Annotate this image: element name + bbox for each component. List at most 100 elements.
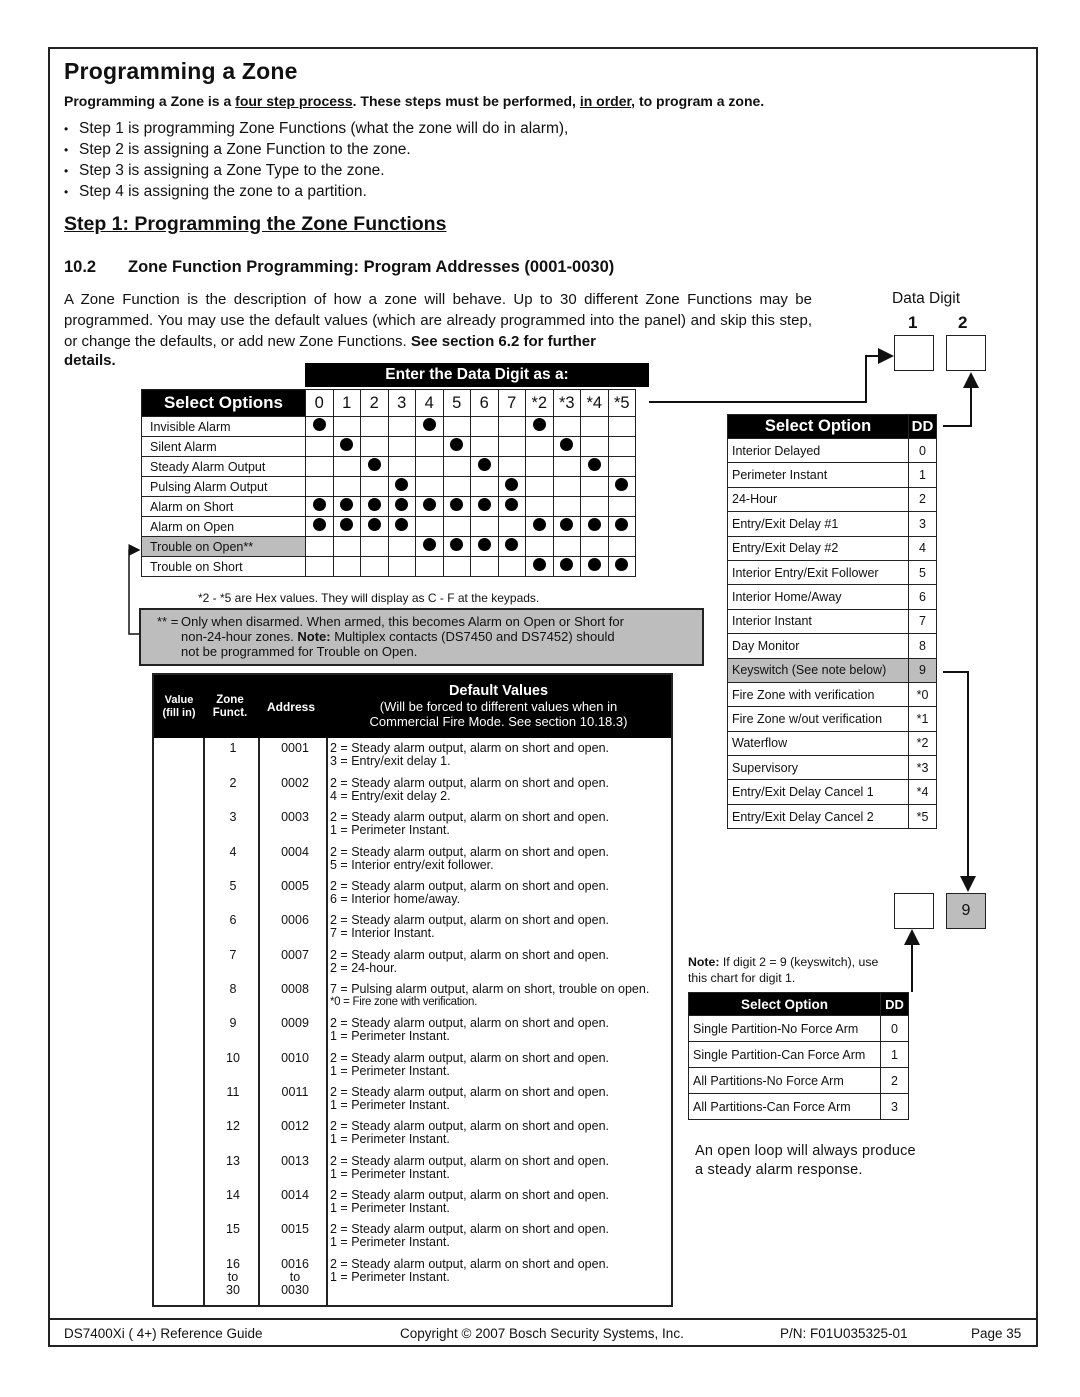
option-label: All Partitions-No Force Arm: [688, 1067, 881, 1094]
option-cell: [332, 536, 361, 557]
note-label: Note:: [688, 955, 720, 969]
step-item: Step 1 is programming Zone Functions (wh…: [64, 118, 568, 139]
selected-dot-icon: [505, 477, 519, 491]
program-address: 0016 to 0030: [281, 1257, 309, 1297]
option-label: Entry/Exit Delay Cancel 2: [727, 803, 909, 830]
zone-function-number: 11: [226, 1085, 240, 1099]
option-dd-value: 1: [880, 1041, 909, 1068]
footnote-text: non-24-hour zones.: [181, 629, 298, 644]
program-address: 0013: [281, 1154, 309, 1168]
option-cell: [525, 456, 554, 477]
option-cell: [387, 476, 416, 497]
default-line-2: 1 = Perimeter Instant.: [330, 1029, 450, 1043]
header-text: Default Values: [448, 683, 549, 699]
option-label: Waterflow: [727, 730, 909, 757]
option-cell: [442, 436, 471, 457]
footer-guide-title: DS7400Xi ( 4+) Reference Guide: [64, 1326, 263, 1341]
option-cell: [360, 516, 389, 537]
option-cell: [580, 536, 609, 557]
option-cell: [332, 516, 361, 537]
option-cell: [607, 456, 636, 477]
program-address: 0002: [281, 776, 309, 790]
digit-column-header: *3: [552, 389, 581, 417]
default-value-text: 2 = Steady alarm output, alarm on short …: [330, 1258, 609, 1284]
steps-list: Step 1 is programming Zone Functions (wh…: [64, 118, 568, 202]
selected-dot-icon: [312, 517, 326, 531]
digit-2-entry-box[interactable]: [946, 335, 986, 371]
dd-header: DD: [880, 992, 909, 1016]
option-cell: [497, 536, 526, 557]
default-value-text: 2 = Steady alarm output, alarm on short …: [330, 1052, 609, 1078]
dd-header: DD: [908, 414, 937, 439]
zone-function-number: 8: [229, 982, 237, 996]
default-line-2: 5 = Interior entry/exit follower.: [330, 858, 494, 872]
program-address: 0010: [281, 1051, 309, 1065]
option-cell: [580, 456, 609, 477]
zone-function-number: 3: [229, 810, 237, 824]
selected-dot-icon: [587, 517, 601, 531]
zone-function-number: 7: [229, 948, 237, 962]
option-cell: [305, 516, 334, 537]
zone-function-number: 2: [229, 776, 237, 790]
option-cell: [305, 436, 334, 457]
option-cell: [525, 556, 554, 577]
selected-dot-icon: [312, 417, 326, 431]
option-cell: [332, 496, 361, 517]
option-label: 24-Hour: [727, 486, 909, 513]
page-title: Programming a Zone: [64, 58, 298, 84]
selected-dot-icon: [560, 557, 574, 571]
selected-dot-icon: [532, 517, 546, 531]
default-value-text: 2 = Steady alarm output, alarm on short …: [330, 1017, 609, 1043]
default-line-2: 1 = Perimeter Instant.: [330, 1201, 450, 1215]
option-label: Trouble on Open**: [141, 536, 306, 557]
default-line-2: 1 = Perimeter Instant.: [330, 1167, 450, 1181]
default-value-text: 7 = Pulsing alarm output, alarm on short…: [330, 983, 649, 1009]
note-text: this chart for digit 1.: [688, 971, 796, 985]
option-label: Keyswitch (See note below): [727, 657, 909, 683]
option-cell: [442, 496, 471, 517]
option-cell: [387, 536, 416, 557]
digit-column-header: *4: [580, 389, 609, 417]
footnote-note-label: Note:: [297, 629, 331, 644]
default-line-2: 1 = Perimeter Instant.: [330, 1235, 450, 1249]
option-cell: [387, 436, 416, 457]
option-cell: [552, 436, 581, 457]
selected-dot-icon: [312, 497, 326, 511]
option-cell: [305, 556, 334, 577]
header-text: Value: [164, 693, 194, 706]
option-dd-value: *1: [908, 706, 937, 732]
selected-dot-icon: [477, 457, 491, 471]
column-divider: [203, 738, 205, 1305]
option-cell: [415, 516, 444, 537]
digit-1-entry-box[interactable]: [894, 335, 934, 371]
selected-dot-icon: [505, 497, 519, 511]
partition-option-table: Select Option DD Single Partition-No For…: [688, 992, 909, 1120]
selected-dot-icon: [367, 497, 381, 511]
keyswitch-digit-1-box[interactable]: [894, 893, 934, 929]
option-label: Interior Instant: [727, 608, 909, 635]
option-label: Day Monitor: [727, 633, 909, 659]
option-row: Entry/Exit Delay Cancel 1 *4: [727, 779, 937, 805]
option-row: Interior Delayed 0: [727, 437, 937, 464]
option-cell: [332, 416, 361, 437]
option-cell: [607, 416, 636, 437]
option-label: Trouble on Short: [141, 556, 306, 577]
option-label: Perimeter Instant: [727, 462, 909, 488]
default-line-2: *0 = Fire zone with verification.: [330, 996, 478, 1008]
default-line-2: 7 = Interior Instant.: [330, 926, 435, 940]
option-cell: [470, 556, 499, 577]
option-row: Silent Alarm: [141, 436, 636, 457]
option-cell: [497, 476, 526, 497]
option-row: Invisible Alarm: [141, 416, 636, 437]
option-cell: [580, 436, 609, 457]
option-cell: [552, 476, 581, 497]
option-cell: [580, 556, 609, 577]
option-row: Entry/Exit Delay #1 3: [727, 511, 937, 537]
selected-dot-icon: [367, 517, 381, 531]
step-item: Step 2 is assigning a Zone Function to t…: [64, 139, 568, 160]
selected-dot-icon: [615, 517, 629, 531]
default-line-2: 1 = Perimeter Instant.: [330, 1098, 450, 1112]
option-row: Trouble on Open**: [141, 536, 636, 557]
select-option-header: Select Option: [688, 992, 881, 1016]
selected-dot-icon: [477, 537, 491, 551]
